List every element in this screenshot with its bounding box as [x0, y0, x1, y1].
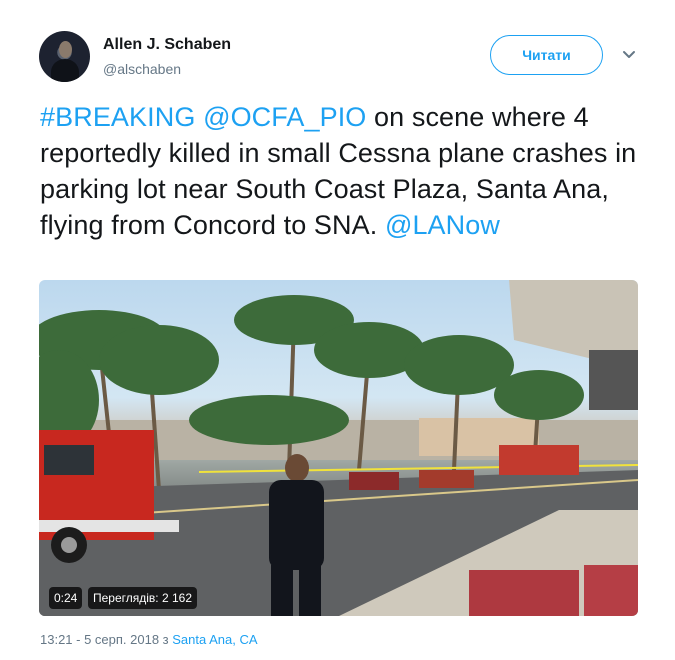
author-name[interactable]: Allen J. Schaben: [103, 36, 231, 54]
avatar[interactable]: [39, 31, 90, 82]
author-handle[interactable]: @alschaben: [103, 61, 181, 77]
follow-button[interactable]: Читати: [490, 35, 603, 75]
video-views-badge: Переглядів: 2 162: [88, 587, 197, 609]
tweet-timestamp[interactable]: 13:21 - 5 серп. 2018 з: [40, 632, 172, 647]
avatar-head: [59, 41, 72, 58]
tweet-text: #BREAKING @OCFA_PIO on scene where 4 rep…: [40, 99, 640, 243]
video-frame: [39, 280, 638, 616]
tweet-meta: 13:21 - 5 серп. 2018 з Santa Ana, CA: [40, 632, 258, 647]
video-duration-badge: 0:24: [49, 587, 83, 609]
avatar-body: [51, 59, 79, 82]
chevron-down-icon[interactable]: [620, 46, 638, 64]
mention-link-lanow[interactable]: @LANow: [385, 210, 500, 240]
mention-link-ocfa[interactable]: @OCFA_PIO: [203, 102, 366, 132]
location-link[interactable]: Santa Ana, CA: [172, 632, 257, 647]
hashtag-link[interactable]: #BREAKING: [40, 102, 195, 132]
text-space: [195, 102, 203, 132]
video-player[interactable]: [39, 280, 638, 616]
